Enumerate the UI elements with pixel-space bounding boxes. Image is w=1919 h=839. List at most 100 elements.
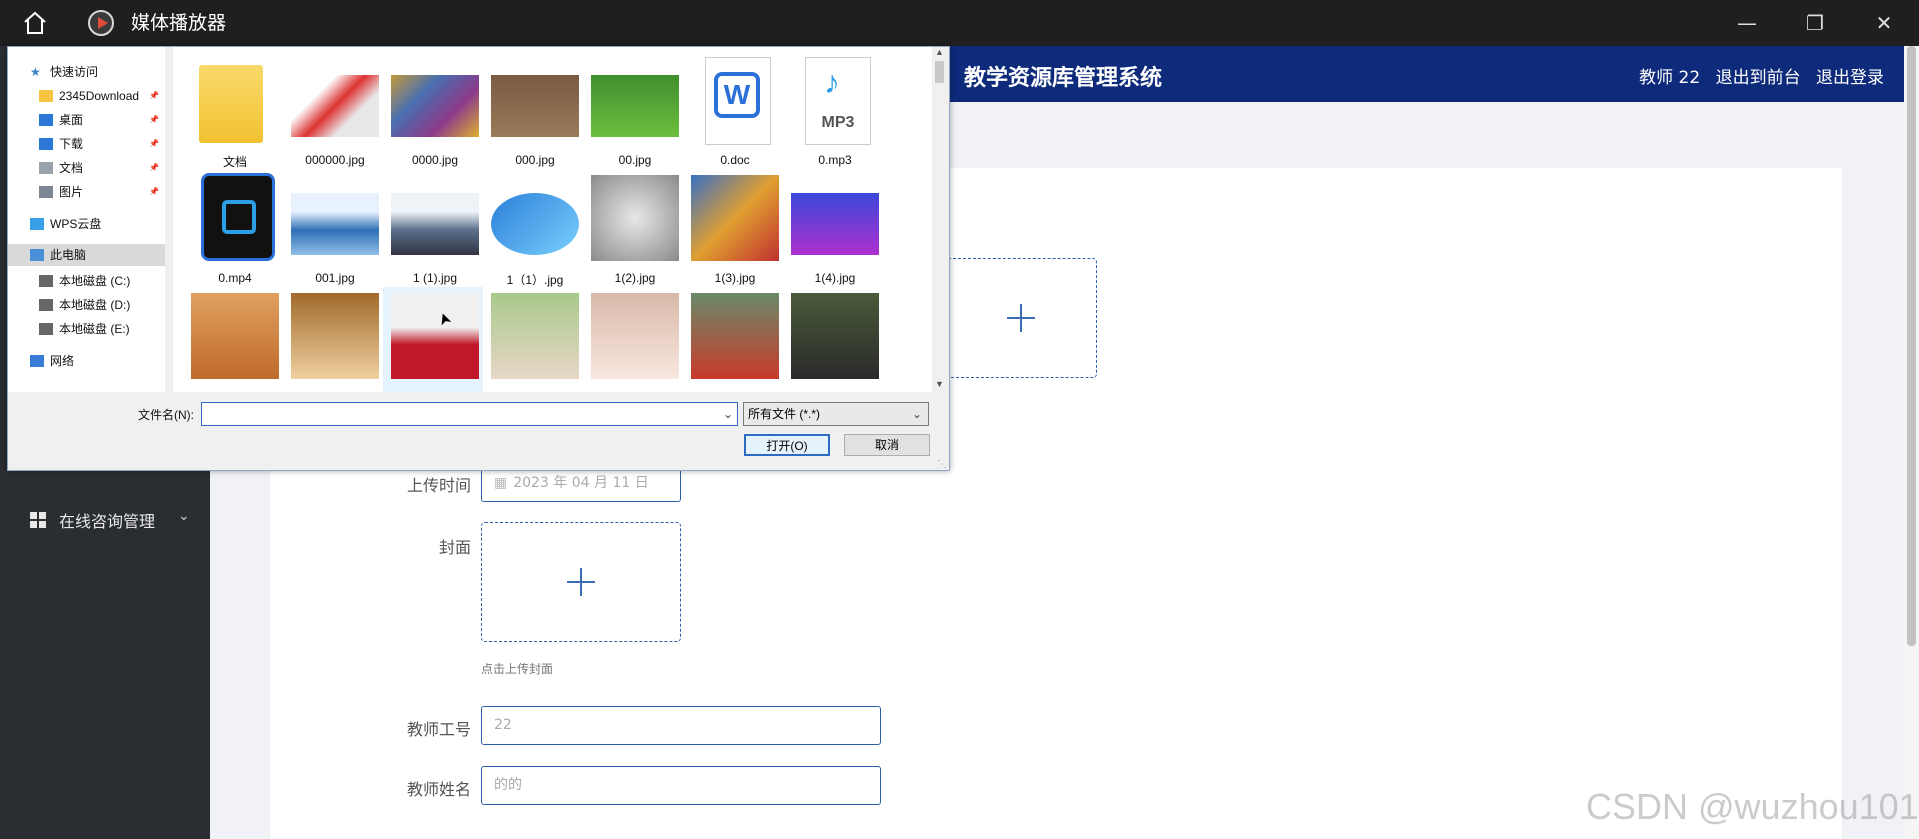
nav-item-label: WPS云盘: [50, 217, 102, 231]
nav-item-label: 桌面: [59, 113, 84, 127]
file-item[interactable]: [483, 287, 583, 392]
pin-icon: 📌: [149, 187, 159, 196]
file-name: 1 (1).jpg: [412, 271, 458, 285]
scrollbar-thumb[interactable]: [935, 61, 944, 83]
file-item[interactable]: [283, 287, 383, 392]
file-name: 1(4).jpg: [814, 271, 856, 285]
header-links: 教师 22 退出到前台 退出登录: [1629, 63, 1884, 88]
image-thumbnail: [691, 175, 779, 261]
grid-icon: [30, 512, 46, 528]
file-item[interactable]: 0.mp4: [183, 169, 283, 287]
file-list-scrollbar[interactable]: ▲ ▼: [932, 47, 947, 392]
web-header: 教学资源库管理系统 教师 22 退出到前台 退出登录: [946, 46, 1904, 102]
nav-item[interactable]: 下载 📌: [8, 133, 165, 155]
desktop-icon: [39, 114, 53, 126]
file-item[interactable]: 00.jpg: [583, 51, 683, 169]
file-name: 00.jpg: [618, 153, 652, 167]
file-item[interactable]: ♪ MP3 0.mp3: [783, 51, 883, 169]
nav-item[interactable]: 本地磁盘 (C:): [8, 270, 165, 292]
resize-grip-icon[interactable]: ⋱: [937, 459, 947, 470]
nav-item[interactable]: WPS云盘: [8, 213, 165, 235]
cover-upload-box[interactable]: [481, 522, 681, 642]
file-name: 0000.jpg: [411, 153, 459, 167]
document-icon: [39, 162, 53, 174]
nav-item-label: 网络: [50, 354, 75, 368]
scroll-up-icon[interactable]: ▲: [935, 47, 944, 57]
video-file-icon: [201, 173, 275, 261]
nav-item[interactable]: ★ 快速访问: [8, 61, 165, 83]
image-thumbnail: [191, 293, 279, 379]
file-list[interactable]: 文档 000000.jpg 0000.jpg 000.jpg 00.jpg W 0.doc ♪…: [173, 47, 938, 392]
image-thumbnail: [591, 175, 679, 261]
nav-item[interactable]: 网络: [8, 350, 165, 372]
nav-item[interactable]: 此电脑: [8, 244, 165, 266]
nav-item-label: 文档: [59, 161, 84, 175]
watermark: CSDN @wuzhou101: [1586, 786, 1919, 827]
file-item[interactable]: [583, 287, 683, 392]
word-doc-icon: W: [705, 57, 771, 145]
scrollbar-thumb[interactable]: [1907, 46, 1916, 646]
teacher-id-input[interactable]: 22: [481, 706, 881, 745]
filetype-select[interactable]: 所有文件 (*.*) ⌄: [743, 402, 929, 426]
app-title: 媒体播放器: [131, 12, 227, 34]
nav-item[interactable]: 桌面 📌: [8, 109, 165, 131]
nav-item-label: 下载: [59, 137, 84, 151]
restore-icon[interactable]: ❐: [1795, 8, 1835, 38]
file-name: 0.doc: [720, 153, 750, 167]
navigation-pane[interactable]: ★ 快速访问 2345Download 📌 桌面 📌 下载 📌 文档 📌 图片 📌 WPS云盘 此电脑 本地…: [8, 47, 165, 392]
file-upload-box[interactable]: [944, 258, 1097, 378]
file-item[interactable]: 1 (1).jpg: [383, 169, 483, 287]
download-icon: [39, 138, 53, 150]
file-name: 文档: [222, 155, 247, 169]
pin-icon: 📌: [149, 139, 159, 148]
file-item[interactable]: 1（1）.jpg: [483, 169, 583, 287]
file-item[interactable]: 001.jpg: [283, 169, 383, 287]
filename-combobox[interactable]: ⌄: [201, 402, 738, 426]
open-button[interactable]: 打开(O): [744, 434, 830, 456]
pin-icon: 📌: [149, 163, 159, 172]
cancel-button[interactable]: 取消: [844, 434, 930, 456]
chevron-down-icon[interactable]: ⌄: [723, 403, 733, 425]
page-scrollbar[interactable]: [1904, 46, 1919, 839]
nav-item[interactable]: 本地磁盘 (D:): [8, 294, 165, 316]
nav-item[interactable]: 文档 📌: [8, 157, 165, 179]
chevron-down-icon[interactable]: ⌄: [912, 403, 922, 425]
home-icon[interactable]: [22, 10, 48, 36]
nav-item[interactable]: 图片 📌: [8, 181, 165, 203]
image-thumbnail: [791, 293, 879, 379]
doc-badge: W: [714, 72, 760, 118]
file-item[interactable]: 文档: [183, 51, 283, 169]
nav-item[interactable]: 2345Download 📌: [8, 85, 165, 107]
file-item[interactable]: [383, 287, 483, 392]
logout-link[interactable]: 退出登录: [1816, 68, 1884, 88]
file-item[interactable]: [683, 287, 783, 392]
teacher-name-input[interactable]: 的的: [481, 766, 881, 805]
minimize-icon[interactable]: —: [1727, 8, 1767, 38]
file-item[interactable]: 1(3).jpg: [683, 169, 783, 287]
scroll-down-icon[interactable]: ▼: [935, 379, 944, 389]
file-name: 000000.jpg: [305, 153, 365, 167]
sidebar-item-consult[interactable]: 在线咨询管理: [59, 508, 155, 532]
teacher-id-label: 教师工号: [406, 720, 471, 739]
close-icon[interactable]: ✕: [1864, 8, 1904, 38]
pin-icon: 📌: [149, 91, 159, 100]
file-item[interactable]: [183, 287, 283, 392]
file-item[interactable]: 000000.jpg: [283, 51, 383, 169]
nav-item-label: 本地磁盘 (D:): [59, 298, 131, 312]
file-item[interactable]: W 0.doc: [683, 51, 783, 169]
image-thumbnail: [391, 193, 479, 255]
calendar-icon: ▦: [494, 475, 508, 491]
file-item[interactable]: [783, 287, 883, 392]
chevron-down-icon[interactable]: ⌄: [178, 508, 190, 524]
nav-item[interactable]: 本地磁盘 (E:): [8, 318, 165, 340]
nav-item-label: 快速访问: [50, 65, 99, 79]
file-item[interactable]: 1(2).jpg: [583, 169, 683, 287]
back-to-front-link[interactable]: 退出到前台: [1716, 68, 1801, 88]
image-thumbnail: [291, 75, 379, 137]
cover-label: 封面: [438, 538, 471, 557]
file-item[interactable]: 000.jpg: [483, 51, 583, 169]
file-item[interactable]: 1(4).jpg: [783, 169, 883, 287]
file-item[interactable]: 0000.jpg: [383, 51, 483, 169]
folder-icon: [199, 65, 263, 143]
nav-item-label: 此电脑: [50, 248, 87, 262]
